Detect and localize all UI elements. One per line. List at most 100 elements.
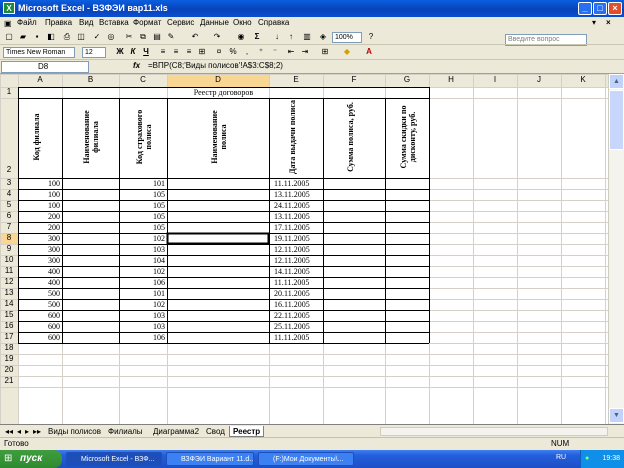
scroll-thumb[interactable] bbox=[609, 90, 624, 150]
autosum-icon[interactable]: Σ bbox=[252, 32, 262, 42]
menu-help[interactable]: Справка bbox=[258, 18, 289, 27]
sort-asc-icon[interactable]: ↓ bbox=[272, 32, 282, 42]
currency-icon[interactable]: ¤ bbox=[214, 47, 224, 57]
merge-center-icon[interactable]: ⊞ bbox=[197, 47, 207, 57]
redo-icon[interactable]: ↷ bbox=[212, 32, 222, 42]
header-cell: Наименование филиала bbox=[82, 110, 100, 164]
windows-logo-icon: ⊞ bbox=[4, 453, 13, 464]
menu-window[interactable]: Окно bbox=[233, 18, 252, 27]
menu-view[interactable]: Вид bbox=[79, 18, 93, 27]
formula-input[interactable]: =ВПР(C8;'Виды полисов'!A$3:C$8;2) bbox=[148, 61, 283, 70]
increase-indent-icon[interactable]: ⇥ bbox=[300, 47, 310, 57]
cell-policy-code: 101 bbox=[153, 179, 165, 188]
cell-issue-date: 13.11.2005 bbox=[274, 212, 310, 221]
preview-icon[interactable]: ◫ bbox=[76, 32, 86, 42]
tab-types-of-policies[interactable]: Виды полисов bbox=[45, 426, 104, 437]
cell-policy-code: 105 bbox=[153, 212, 165, 221]
cell-policy-code: 102 bbox=[153, 234, 165, 243]
header-cell: Код страхового полиса bbox=[135, 109, 153, 165]
scroll-down-icon[interactable]: ▼ bbox=[609, 408, 624, 423]
language-indicator[interactable]: RU bbox=[556, 454, 566, 461]
align-right-icon[interactable]: ≡ bbox=[184, 47, 194, 57]
minimize-icon[interactable]: _ bbox=[578, 2, 592, 15]
cell-issue-date: 14.11.2005 bbox=[274, 267, 310, 276]
row-header-2: 2 bbox=[6, 165, 12, 174]
status-ready: Готово bbox=[4, 439, 29, 448]
menu-file[interactable]: Файл bbox=[17, 18, 37, 27]
row-header-12: 12 bbox=[4, 277, 14, 286]
decrease-decimal-icon[interactable]: ⁻ bbox=[270, 47, 280, 57]
undo-icon[interactable]: ↶ bbox=[190, 32, 200, 42]
new-icon[interactable]: ▢ bbox=[4, 32, 14, 42]
worksheet-grid[interactable]: A B C D E F G H I J K 1 2 3 4 5 6 7 8 9 10 11 12 13 14 15 16 17 18 19… bbox=[0, 74, 608, 424]
menu-tools[interactable]: Сервис bbox=[167, 18, 194, 27]
align-center-icon[interactable]: ≡ bbox=[171, 47, 181, 57]
tab-registry[interactable]: Реестр bbox=[229, 426, 265, 437]
cell-issue-date: 11.11.2005 bbox=[274, 333, 310, 342]
menu-edit[interactable]: Правка bbox=[45, 18, 72, 27]
paste-icon[interactable]: ▤ bbox=[152, 32, 162, 42]
comma-icon[interactable]: , bbox=[242, 47, 252, 57]
menu-format[interactable]: Формат bbox=[133, 18, 161, 27]
tab-summary[interactable]: Свод bbox=[203, 426, 228, 437]
tab-nav-last-icon[interactable]: ▸▸ bbox=[30, 426, 44, 437]
align-left-icon[interactable]: ≡ bbox=[158, 47, 168, 57]
help-icon[interactable]: ? bbox=[366, 32, 376, 42]
decrease-indent-icon[interactable]: ⇤ bbox=[286, 47, 296, 57]
title-bar: X Microsoft Excel - ВЗФЭИ вар11.xls _ □ … bbox=[0, 0, 624, 17]
column-header-g: G bbox=[403, 75, 411, 84]
research-icon[interactable]: ◎ bbox=[106, 32, 116, 42]
open-icon[interactable]: ▰ bbox=[18, 32, 28, 42]
drawing-icon[interactable]: ◈ bbox=[318, 32, 328, 42]
menu-insert[interactable]: Вставка bbox=[99, 18, 129, 27]
copy-icon[interactable]: ⧉ bbox=[138, 32, 148, 42]
italic-button[interactable]: К bbox=[128, 47, 138, 57]
fx-icon[interactable]: fx bbox=[133, 61, 140, 70]
zoom-select[interactable]: 100% bbox=[332, 32, 362, 43]
row-header-5: 5 bbox=[6, 200, 12, 209]
spelling-icon[interactable]: ✓ bbox=[92, 32, 102, 42]
sort-desc-icon[interactable]: ↑ bbox=[286, 32, 296, 42]
font-select[interactable]: Times New Roman bbox=[3, 47, 75, 58]
maximize-icon[interactable]: □ bbox=[593, 2, 607, 15]
tab-diagram2[interactable]: Диаграмма2 bbox=[150, 426, 202, 437]
chevron-down-icon[interactable]: ▾ bbox=[592, 18, 596, 27]
fill-color-icon[interactable]: ◆ bbox=[342, 47, 352, 57]
chart-wizard-icon[interactable]: ▥ bbox=[302, 32, 312, 42]
horizontal-scrollbar[interactable] bbox=[380, 427, 608, 436]
vertical-scrollbar[interactable]: ▲ ▼ bbox=[608, 74, 624, 424]
header-cell: Дата выдачи полиса bbox=[288, 100, 297, 174]
increase-decimal-icon[interactable]: ⁺ bbox=[256, 47, 266, 57]
scroll-up-icon[interactable]: ▲ bbox=[609, 74, 624, 89]
task-excel[interactable]: Microsoft Excel - ВЗФ... bbox=[66, 452, 162, 466]
bold-button[interactable]: Ж bbox=[115, 47, 125, 57]
menu-bar: ▣ Файл Правка Вид Вставка Формат Сервис … bbox=[0, 17, 624, 46]
cell-branch-code: 300 bbox=[48, 234, 60, 243]
permission-icon[interactable]: ◧ bbox=[46, 32, 56, 42]
column-header-k: K bbox=[580, 75, 586, 84]
font-size-select[interactable]: 12 bbox=[82, 47, 106, 58]
cut-icon[interactable]: ✂ bbox=[124, 32, 134, 42]
cell-branch-code: 100 bbox=[48, 201, 60, 210]
borders-icon[interactable]: ⊞ bbox=[320, 47, 330, 57]
task-explorer[interactable]: (F:)Мои Документы\... bbox=[258, 452, 354, 466]
percent-icon[interactable]: % bbox=[228, 47, 238, 57]
format-painter-icon[interactable]: ✎ bbox=[166, 32, 176, 42]
num-lock-indicator: NUM bbox=[551, 439, 570, 448]
cell-policy-code: 106 bbox=[153, 278, 165, 287]
tab-branches[interactable]: Филиалы bbox=[105, 426, 146, 437]
window-title: Microsoft Excel - ВЗФЭИ вар11.xls bbox=[18, 3, 168, 13]
underline-button[interactable]: Ч bbox=[141, 47, 151, 57]
save-icon[interactable]: ▪ bbox=[32, 32, 42, 42]
header-cell: Код филиала bbox=[32, 113, 41, 161]
print-icon[interactable]: ⎙ bbox=[62, 32, 72, 42]
close-icon[interactable]: × bbox=[608, 2, 622, 15]
name-box[interactable]: D8 bbox=[1, 61, 89, 73]
menu-data[interactable]: Данные bbox=[200, 18, 229, 27]
hyperlink-icon[interactable]: ◉ bbox=[236, 32, 246, 42]
network-icon[interactable]: ● bbox=[585, 450, 589, 468]
font-color-icon[interactable]: A bbox=[364, 47, 374, 57]
task-word[interactable]: ВЗФЭИ Вариант 11.d... bbox=[166, 452, 254, 466]
standard-toolbar: ▢ ▰ ▪ ◧ ⎙ ◫ ✓ ◎ ✂ ⧉ ▤ ✎ ↶ ↷ ◉ Σ ↓ ↑ ▥ ◈ … bbox=[0, 30, 624, 45]
close-workbook-icon[interactable]: × bbox=[606, 18, 611, 27]
